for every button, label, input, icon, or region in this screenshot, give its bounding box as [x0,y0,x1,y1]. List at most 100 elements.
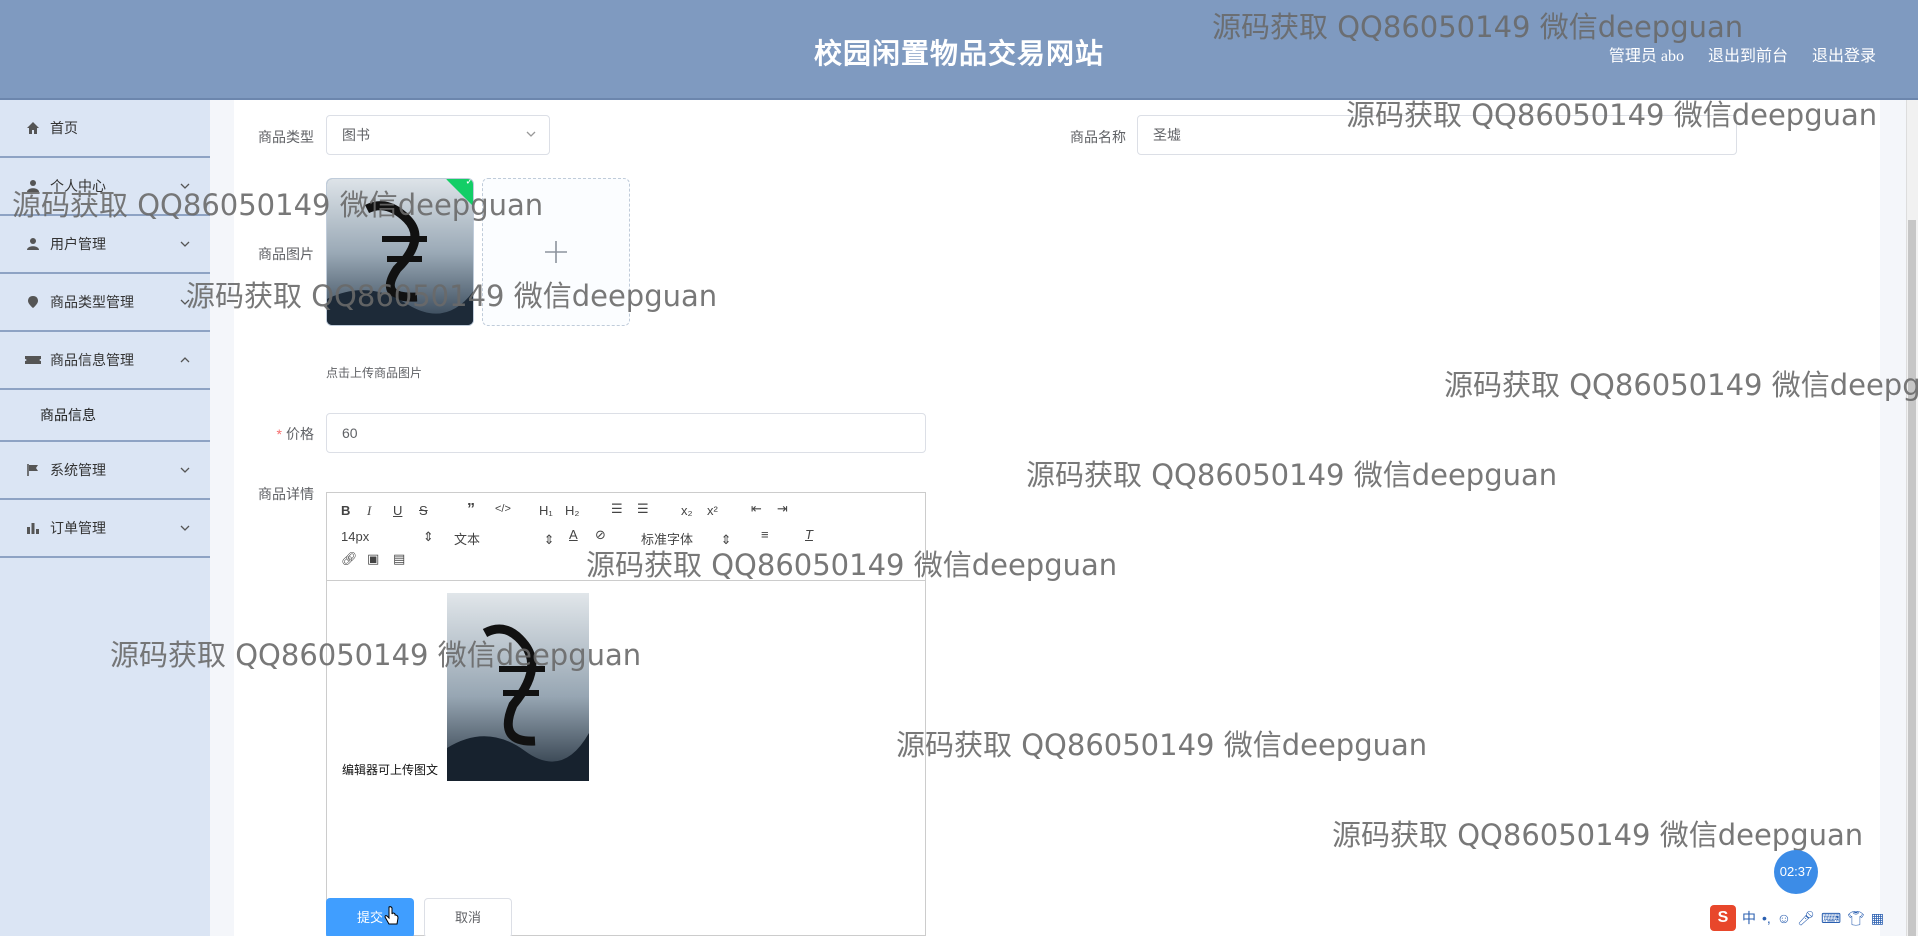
keyboard-icon[interactable]: ⌨ [1821,910,1841,927]
sidebar-item-goods[interactable]: 商品信息管理 [0,332,210,390]
heading2-icon[interactable]: H₂ [565,503,579,518]
punctuation-icon[interactable]: •, [1762,910,1771,926]
chevron-down-icon [180,236,190,252]
bullet-list-icon[interactable]: ☰ [637,501,649,517]
indent-icon[interactable]: ⇥ [777,501,788,517]
underline-icon[interactable]: U [393,503,402,518]
select-caret-icon: ⇕ [422,529,434,544]
hand-cursor-icon [384,906,399,925]
recording-timer[interactable]: 02:37 [1774,850,1818,894]
type-select-value: 图书 [342,127,370,143]
align-icon[interactable]: ≡ [761,527,769,542]
editor-content[interactable]: 编辑器可上传图文 [327,581,925,935]
sogou-logo-icon[interactable]: S [1710,905,1736,931]
user-icon [24,235,42,253]
editor-toolbar: B I U S ” </> H₁ H₂ ☰ ☰ x₂ x² ⇤ ⇥ 14px ⇕… [327,493,925,581]
ticket-icon [24,351,42,369]
sidebar: 首页 个人中心 用户管理 商品类型管理 商品信息管理 商品信息 系统管理 订单管… [0,100,210,936]
admin-name: 管理员 abo [1608,48,1684,65]
logout-link[interactable]: 退出登录 [1812,42,1876,66]
sidebar-item-system[interactable]: 系统管理 [0,442,210,500]
paragraph-select[interactable]: 文本 ⇕ [454,529,555,548]
sidebar-item-label: 商品类型管理 [50,294,134,310]
select-caret-icon: ⇕ [543,532,555,547]
scrollbar-thumb[interactable] [1908,220,1916,936]
price-label-text: 价格 [286,426,314,442]
sidebar-subitem-goods-info[interactable]: 商品信息 [0,390,210,442]
select-caret-icon: ⇕ [720,532,732,547]
top-header: 校园闲置物品交易网站 管理员 abo 退出到前台 退出登录 [0,0,1918,100]
upload-hint: 点击上传商品图片 [326,366,423,380]
sidebar-item-home[interactable]: 首页 [0,100,210,158]
chevron-down-icon [180,462,190,478]
plus-icon [545,241,567,263]
detail-label: 商品详情 [258,486,314,502]
book-cover-image [327,179,473,325]
sidebar-item-label: 商品信息管理 [50,352,134,368]
paragraph-value: 文本 [454,532,481,547]
font-size-select[interactable]: 14px ⇕ [341,529,434,545]
check-icon: ✓ [465,178,474,188]
submit-button[interactable]: 提交 [326,898,414,936]
chevron-down-icon [180,178,190,194]
sidebar-item-label: 用户管理 [50,236,106,252]
home-icon [24,119,42,137]
clear-format-icon[interactable]: T [805,527,813,542]
chevron-down-icon [525,116,537,154]
link-icon[interactable]: 🔗︎ [341,551,358,567]
emoji-icon[interactable]: ☺ [1777,910,1791,926]
editor-text: 编辑器可上传图文 [342,763,439,777]
skin-icon[interactable]: 👕︎ [1847,910,1865,927]
image-label: 商品图片 [258,246,314,262]
back-to-front-link[interactable]: 退出到前台 [1708,42,1788,66]
font-family-select[interactable]: 标准字体 ⇕ [641,529,732,548]
italic-icon[interactable]: I [367,503,371,519]
image-icon[interactable]: ▣ [367,551,379,567]
cancel-button[interactable]: 取消 [424,898,512,936]
microphone-icon[interactable]: 🎤︎ [1797,910,1815,927]
background-color-icon[interactable]: ⊘ [595,527,606,543]
sidebar-item-label: 首页 [50,120,78,136]
code-block-icon[interactable]: </> [495,503,511,515]
blockquote-icon[interactable]: ” [467,501,475,519]
uploaded-image-thumbnail[interactable]: ✓ [326,178,474,326]
image-upload-button[interactable] [482,178,630,326]
sidebar-item-label: 系统管理 [50,462,106,478]
sidebar-item-users[interactable]: 用户管理 [0,216,210,274]
sidebar-item-label: 个人中心 [50,178,106,194]
type-label: 商品类型 [258,129,314,145]
bar-chart-icon [24,519,42,537]
scrollbar[interactable] [1906,100,1918,936]
editor-embedded-image [447,593,589,781]
sidebar-item-orders[interactable]: 订单管理 [0,500,210,558]
font-color-icon[interactable]: A [569,527,578,542]
type-select[interactable]: 图书 [326,115,550,155]
chevron-down-icon [180,520,190,536]
ordered-list-icon[interactable]: ☰ [611,501,623,517]
subscript-icon[interactable]: x₂ [681,503,693,518]
ime-mode[interactable]: 中 [1742,908,1756,928]
header-links: 管理员 abo 退出到前台 退出登录 [1609,42,1876,66]
location-icon [24,293,42,311]
price-label: * 价格 [240,424,314,444]
font-family-value: 标准字体 [641,532,694,547]
name-label: 商品名称 [1070,129,1126,145]
required-asterisk: * [276,426,282,442]
outdent-icon[interactable]: ⇤ [751,501,762,517]
grid-menu-icon[interactable]: ▦ [1871,910,1884,927]
strikethrough-icon[interactable]: S [419,503,428,518]
flag-icon [24,461,42,479]
video-icon[interactable]: ▤ [393,551,405,567]
bold-icon[interactable]: B [341,503,350,518]
price-input[interactable]: 60 [326,413,926,453]
sidebar-item-label: 订单管理 [50,520,106,536]
user-icon [24,177,42,195]
book-cover-image [447,593,589,781]
name-input[interactable]: 圣墟 [1137,115,1737,155]
heading1-icon[interactable]: H₁ [539,503,553,518]
sidebar-item-profile[interactable]: 个人中心 [0,158,210,216]
ime-toolbar: S 中 •, ☺ 🎤︎ ⌨ 👕︎ ▦ [1710,904,1910,932]
sidebar-item-category[interactable]: 商品类型管理 [0,274,210,332]
superscript-icon[interactable]: x² [707,503,718,518]
font-size-value: 14px [341,529,370,544]
